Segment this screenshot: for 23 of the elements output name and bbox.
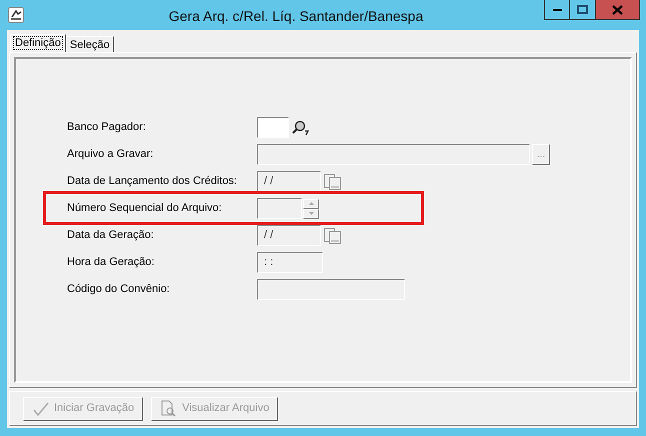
- field-label: Número Sequencial do Arquivo:: [67, 201, 223, 216]
- down-arrow-icon: [308, 212, 314, 215]
- input-field[interactable]: [257, 117, 289, 138]
- minimize-button[interactable]: [544, 0, 570, 20]
- copy-icon[interactable]: [323, 172, 343, 190]
- search-icon[interactable]: [291, 118, 311, 136]
- checkmark-icon: [32, 400, 50, 416]
- field-label: Banco Pagador:: [67, 120, 147, 136]
- close-button[interactable]: [596, 0, 640, 20]
- spin-buttons[interactable]: [303, 198, 319, 218]
- up-arrow-icon: [308, 202, 314, 205]
- field-label: Código do Convênio:: [67, 282, 171, 298]
- field-label: Data de Lançamento dos Créditos:: [67, 174, 238, 190]
- field-label: Hora da Geração:: [67, 255, 156, 270]
- tab[interactable]: Definição: [10, 34, 66, 52]
- field-label: Arquivo a Gravar:: [67, 147, 154, 162]
- tab[interactable]: Seleção: [66, 36, 114, 52]
- field-label: Data da Geração:: [67, 228, 155, 244]
- close-icon: [612, 4, 623, 14]
- window-title: Gera Arq. c/Rel. Líq. Santander/Banespa: [168, 7, 424, 26]
- app-icon: [8, 7, 24, 23]
- document-search-icon: [160, 400, 178, 417]
- copy-icon[interactable]: [323, 226, 343, 244]
